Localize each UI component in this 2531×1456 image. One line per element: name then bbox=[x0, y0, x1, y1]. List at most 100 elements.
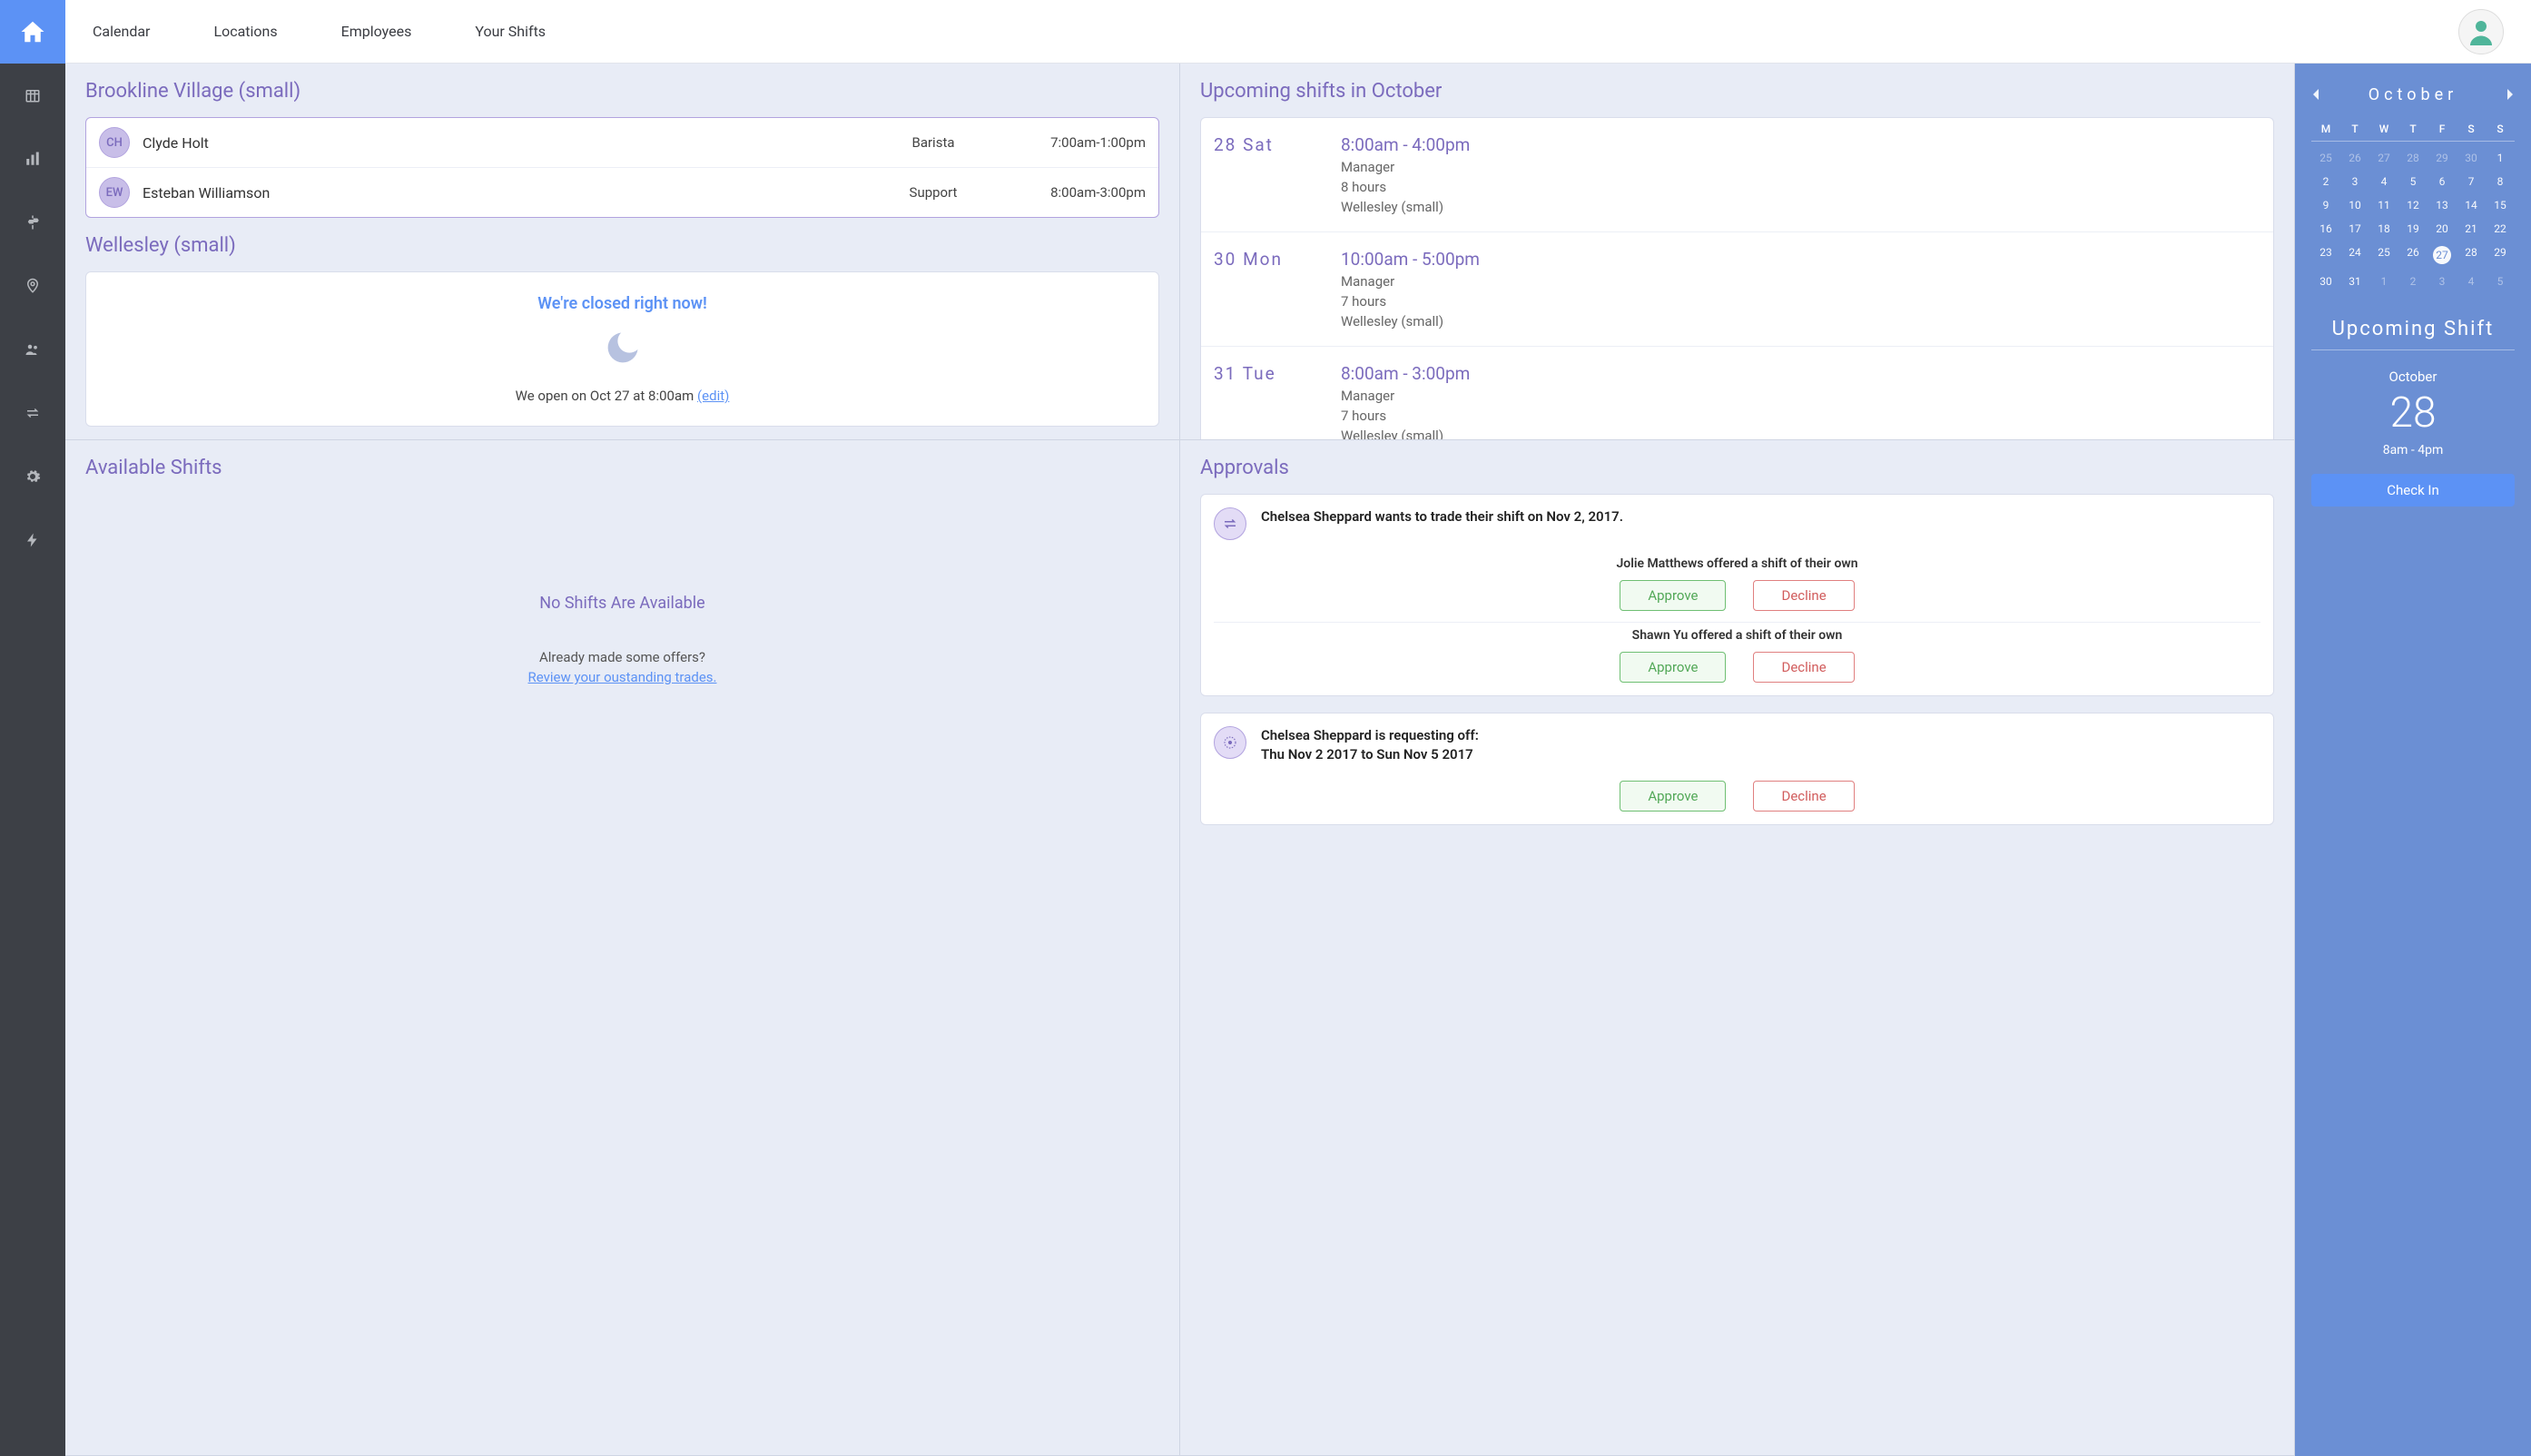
upcoming-shift-row[interactable]: 30 Mon 10:00am - 5:00pm Manager 7 hours … bbox=[1201, 232, 2273, 347]
calendar-day[interactable]: 29 bbox=[2428, 147, 2457, 169]
upcoming-date: 30 Mon bbox=[1214, 249, 1314, 330]
closed-title: We're closed right now! bbox=[99, 294, 1146, 313]
approve-button[interactable]: Approve bbox=[1620, 652, 1726, 683]
calendar-day[interactable]: 10 bbox=[2340, 194, 2369, 216]
calendar-day[interactable]: 15 bbox=[2486, 194, 2515, 216]
edit-hours-link[interactable]: (edit) bbox=[697, 388, 729, 404]
calendar-day[interactable]: 25 bbox=[2311, 147, 2340, 169]
calendar-month: October bbox=[2320, 85, 2506, 104]
decline-button[interactable]: Decline bbox=[1753, 580, 1854, 611]
calendar-day[interactable]: 28 bbox=[2457, 241, 2486, 269]
upcoming-location: Wellesley (small) bbox=[1341, 313, 2260, 330]
sidebar-locations[interactable] bbox=[0, 254, 65, 318]
shift-role: Support bbox=[879, 184, 988, 201]
chevron-left-icon bbox=[2311, 89, 2320, 100]
locations-panel: Brookline Village (small) CH Clyde Holt … bbox=[65, 64, 1180, 440]
calendar-day[interactable]: 18 bbox=[2369, 218, 2398, 240]
calendar-day[interactable]: 3 bbox=[2428, 271, 2457, 292]
upcoming-location: Wellesley (small) bbox=[1341, 428, 2260, 440]
calendar-day[interactable]: 5 bbox=[2486, 271, 2515, 292]
moon-icon bbox=[99, 328, 1146, 371]
calendar-day[interactable]: 21 bbox=[2457, 218, 2486, 240]
location-title-wellesley: Wellesley (small) bbox=[85, 234, 1159, 257]
upcoming-shift-row[interactable]: 28 Sat 8:00am - 4:00pm Manager 8 hours W… bbox=[1201, 118, 2273, 232]
sidebar-flash[interactable] bbox=[0, 508, 65, 572]
calendar-day[interactable]: 12 bbox=[2398, 194, 2428, 216]
calendar-day[interactable]: 13 bbox=[2428, 194, 2457, 216]
calendar-day[interactable]: 5 bbox=[2398, 171, 2428, 192]
calendar-day[interactable]: 25 bbox=[2369, 241, 2398, 269]
calendar-day[interactable]: 28 bbox=[2398, 147, 2428, 169]
approvals-panel: Approvals Chelsea Sheppard wants to trad… bbox=[1180, 440, 2295, 1456]
rail-time: 8am - 4pm bbox=[2311, 443, 2515, 457]
calendar-day[interactable]: 3 bbox=[2340, 171, 2369, 192]
user-avatar[interactable] bbox=[2458, 9, 2504, 54]
calendar-day[interactable]: 26 bbox=[2340, 147, 2369, 169]
calendar-day[interactable]: 31 bbox=[2340, 271, 2369, 292]
sidebar-employees[interactable] bbox=[0, 318, 65, 381]
sidebar-signpost[interactable] bbox=[0, 191, 65, 254]
calendar-day[interactable]: 30 bbox=[2311, 271, 2340, 292]
calendar-day[interactable]: 27 bbox=[2369, 147, 2398, 169]
calendar-day[interactable]: 27 bbox=[2428, 241, 2457, 269]
rail-upcoming-title: Upcoming Shift bbox=[2311, 318, 2515, 350]
empty-subtext: Already made some offers? bbox=[85, 649, 1159, 665]
shift-role: Barista bbox=[879, 134, 988, 151]
calendar-day[interactable]: 1 bbox=[2369, 271, 2398, 292]
upcoming-shift-row[interactable]: 31 Tue 8:00am - 3:00pm Manager 7 hours W… bbox=[1201, 347, 2273, 440]
calendar-next[interactable] bbox=[2506, 86, 2515, 103]
nav-employees[interactable]: Employees bbox=[341, 23, 412, 40]
calendar-day[interactable]: 11 bbox=[2369, 194, 2398, 216]
approve-button[interactable]: Approve bbox=[1620, 781, 1726, 812]
upcoming-time: 8:00am - 3:00pm bbox=[1341, 363, 2260, 384]
sidebar-reports[interactable] bbox=[0, 127, 65, 191]
calendar-day[interactable]: 23 bbox=[2311, 241, 2340, 269]
shift-row[interactable]: CH Clyde Holt Barista 7:00am-1:00pm bbox=[86, 118, 1158, 168]
approval-item: Chelsea Sheppard is requesting off: Thu … bbox=[1200, 713, 2274, 825]
calendar-dow: W bbox=[2369, 117, 2398, 142]
location-title-brookline: Brookline Village (small) bbox=[85, 80, 1159, 103]
calendar-day[interactable]: 2 bbox=[2311, 171, 2340, 192]
calendar-day[interactable]: 14 bbox=[2457, 194, 2486, 216]
approval-item: Chelsea Sheppard wants to trade their sh… bbox=[1200, 494, 2274, 696]
calendar-day[interactable]: 22 bbox=[2486, 218, 2515, 240]
calendar-day[interactable]: 6 bbox=[2428, 171, 2457, 192]
calendar-day[interactable]: 19 bbox=[2398, 218, 2428, 240]
approve-button[interactable]: Approve bbox=[1620, 580, 1726, 611]
decline-button[interactable]: Decline bbox=[1753, 652, 1854, 683]
calendar-day[interactable]: 4 bbox=[2457, 271, 2486, 292]
calendar-day[interactable]: 20 bbox=[2428, 218, 2457, 240]
shift-name: Esteban Williamson bbox=[143, 184, 866, 202]
shift-time: 7:00am-1:00pm bbox=[1000, 134, 1146, 151]
calendar-day[interactable]: 1 bbox=[2486, 147, 2515, 169]
calendar-dow: T bbox=[2398, 117, 2428, 142]
decline-button[interactable]: Decline bbox=[1753, 781, 1854, 812]
calendar-day[interactable]: 30 bbox=[2457, 147, 2486, 169]
upcoming-duration: 7 hours bbox=[1341, 408, 2260, 424]
calendar-day[interactable]: 26 bbox=[2398, 241, 2428, 269]
checkin-button[interactable]: Check In bbox=[2311, 474, 2515, 507]
calendar-day[interactable]: 29 bbox=[2486, 241, 2515, 269]
shift-row[interactable]: EW Esteban Williamson Support 8:00am-3:0… bbox=[86, 168, 1158, 217]
calendar-prev[interactable] bbox=[2311, 86, 2320, 103]
sidebar-settings[interactable] bbox=[0, 445, 65, 508]
empty-message: No Shifts Are Available bbox=[85, 594, 1159, 613]
calendar-day[interactable]: 17 bbox=[2340, 218, 2369, 240]
offer-text: Jolie Matthews offered a shift of their … bbox=[1214, 556, 2260, 571]
nav-locations[interactable]: Locations bbox=[213, 23, 277, 40]
calendar-day[interactable]: 7 bbox=[2457, 171, 2486, 192]
home-button[interactable] bbox=[0, 0, 65, 64]
calendar-day[interactable]: 9 bbox=[2311, 194, 2340, 216]
shift-name: Clyde Holt bbox=[143, 134, 866, 152]
calendar-day[interactable]: 4 bbox=[2369, 171, 2398, 192]
nav-your-shifts[interactable]: Your Shifts bbox=[475, 23, 546, 40]
review-trades-link[interactable]: Review your oustanding trades. bbox=[85, 669, 1159, 685]
calendar-day[interactable]: 16 bbox=[2311, 218, 2340, 240]
sidebar-trades[interactable] bbox=[0, 381, 65, 445]
calendar-day[interactable]: 2 bbox=[2398, 271, 2428, 292]
calendar-day[interactable]: 8 bbox=[2486, 171, 2515, 192]
sidebar-calendar[interactable] bbox=[0, 64, 65, 127]
approval-text: Chelsea Sheppard wants to trade their sh… bbox=[1261, 507, 1623, 526]
nav-calendar[interactable]: Calendar bbox=[93, 23, 150, 40]
calendar-day[interactable]: 24 bbox=[2340, 241, 2369, 269]
